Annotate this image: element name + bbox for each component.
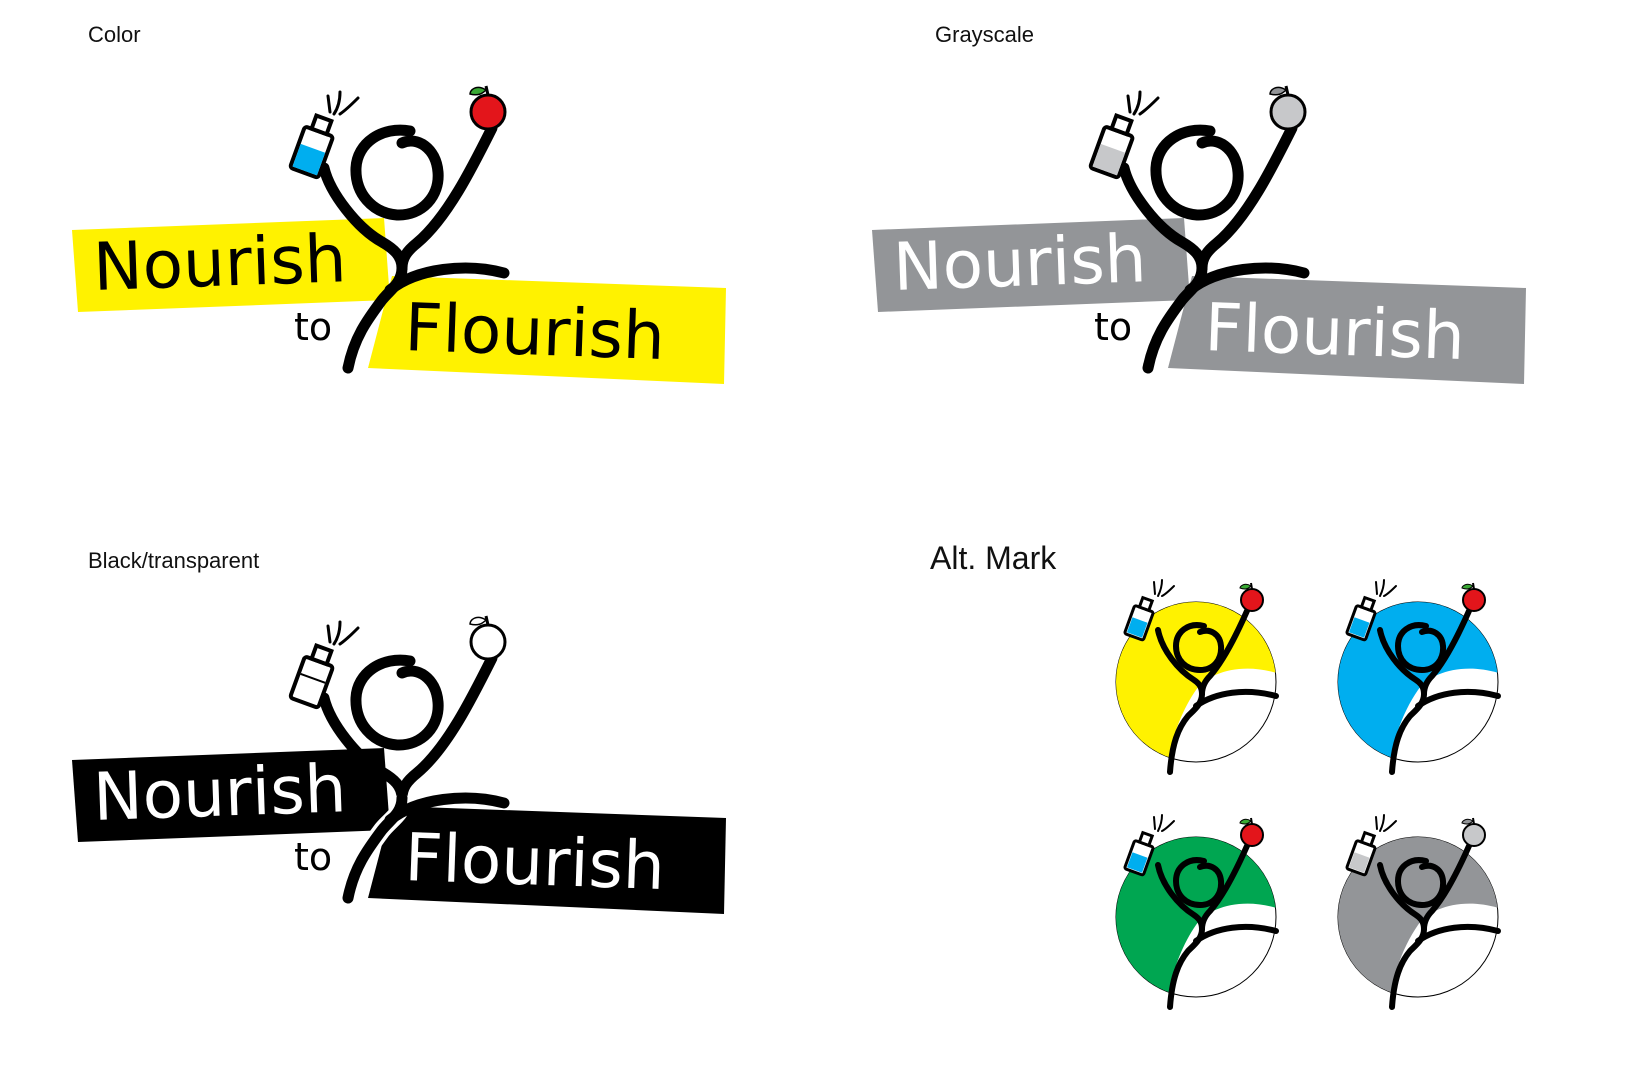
alt-mark-gray: [1322, 795, 1512, 1015]
apple-icon: [1461, 582, 1486, 612]
alt-mark-blue-artwork: [1337, 579, 1501, 775]
logo-grayscale: Nourish to Flourish: [872, 68, 1572, 408]
apple-icon: [469, 85, 507, 131]
burst-lines: [1126, 90, 1160, 116]
section-label-alt-mark: Alt. Mark: [930, 540, 1057, 576]
logo-word-nourish: Nourish: [892, 220, 1148, 306]
apple-icon: [1461, 817, 1486, 847]
logo-word-to: to: [294, 835, 332, 879]
logo-color: Nourish to Flourish: [72, 68, 772, 408]
apple-icon: [469, 615, 507, 661]
alt-mark-blue: [1322, 560, 1512, 780]
alt-mark-green-artwork: [1115, 814, 1279, 1010]
logo-word-to: to: [1094, 305, 1132, 349]
alt-mark-yellow: [1100, 560, 1290, 780]
logo-word-nourish: Nourish: [92, 750, 348, 836]
logo-word-to: to: [294, 305, 332, 349]
logo-black: Nourish to Flourish: [72, 598, 772, 938]
apple-icon: [1269, 85, 1307, 131]
burst-lines: [1375, 814, 1397, 832]
alt-mark-green: [1100, 795, 1290, 1015]
milk-bottle-icon: [288, 642, 335, 710]
logo-word-flourish: Flourish: [403, 289, 666, 375]
apple-icon: [1239, 817, 1264, 847]
logo-word-nourish: Nourish: [92, 220, 348, 306]
logo-word-flourish: Flourish: [403, 819, 666, 905]
apple-icon: [1239, 582, 1264, 612]
logo-color-artwork: Nourish to Flourish: [72, 85, 726, 384]
burst-lines: [326, 620, 360, 646]
alt-mark-yellow-artwork: [1115, 579, 1279, 775]
milk-bottle-icon: [1088, 112, 1135, 180]
section-label-grayscale: Grayscale: [935, 22, 1035, 47]
alt-mark-gray-artwork: [1337, 814, 1501, 1010]
burst-lines: [1375, 579, 1397, 597]
milk-bottle-icon: [288, 112, 335, 180]
section-label-color: Color: [88, 22, 141, 47]
logo-grayscale-artwork: Nourish to Flourish: [872, 85, 1526, 384]
section-label-black: Black/transparent: [88, 548, 260, 573]
logo-word-flourish: Flourish: [1203, 289, 1466, 375]
logo-black-artwork: Nourish to Flourish: [72, 615, 726, 914]
burst-lines: [326, 90, 360, 116]
burst-lines: [1153, 814, 1175, 832]
burst-lines: [1153, 579, 1175, 597]
